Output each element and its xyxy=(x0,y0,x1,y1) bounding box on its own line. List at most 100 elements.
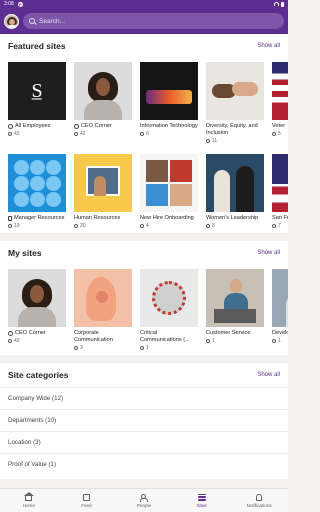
site-members: 1 xyxy=(140,345,198,351)
site-card[interactable]: Corporate Communication 3 xyxy=(74,269,132,351)
person-photo xyxy=(84,72,122,120)
dot-shape xyxy=(46,160,61,175)
person-icon xyxy=(272,339,276,343)
section-title: My sites xyxy=(8,248,42,258)
nav-home[interactable]: Home xyxy=(0,489,58,512)
site-card[interactable]: Manager Resources 19 xyxy=(8,154,66,229)
avatar[interactable] xyxy=(4,13,19,29)
category-item[interactable]: Departments (10) xyxy=(0,409,288,431)
site-name-text: All Employees xyxy=(15,123,51,129)
site-thumbnail: S̲ xyxy=(8,62,66,120)
person-icon xyxy=(74,346,78,350)
sites-icon xyxy=(197,493,206,501)
globe-icon xyxy=(74,124,79,129)
site-card[interactable]: Information Technology 6 xyxy=(140,62,198,144)
battery-icon xyxy=(281,1,284,7)
site-thumbnail xyxy=(206,269,264,327)
member-count: 8 xyxy=(212,223,215,229)
status-icons xyxy=(274,1,284,7)
category-item[interactable]: Proof of Value (1) xyxy=(0,453,288,475)
dot-shape xyxy=(46,192,61,207)
member-count: 7 xyxy=(278,223,281,229)
site-name: New Hire Onboarding xyxy=(140,215,198,222)
site-card[interactable]: Human Resources 20 xyxy=(74,154,132,229)
member-count: 42 xyxy=(14,131,20,137)
globe-icon xyxy=(8,331,13,336)
site-thumbnail xyxy=(74,269,132,327)
site-card[interactable]: Veter 5 xyxy=(272,62,288,144)
app-badge-icon: P xyxy=(17,1,23,7)
face-tile xyxy=(146,184,168,206)
site-card[interactable]: Diversity, Equity, and Inclusion 11 xyxy=(206,62,264,144)
show-all-link[interactable]: Show all xyxy=(257,43,280,49)
site-name: Human Resources xyxy=(74,215,132,222)
person-icon xyxy=(8,132,12,136)
person-icon xyxy=(206,224,210,228)
feed-icon xyxy=(82,493,90,501)
site-name-text: New Hire Onboarding xyxy=(140,215,194,221)
site-thumbnail xyxy=(272,269,288,327)
nav-feed[interactable]: Feed xyxy=(58,489,116,512)
site-card[interactable]: Women's Leadership 8 xyxy=(206,154,264,229)
nav-label: Home xyxy=(22,502,35,508)
category-item[interactable]: Location (3) xyxy=(0,431,288,453)
person-shape xyxy=(214,170,230,212)
site-thumbnail xyxy=(140,269,198,327)
member-count: 42 xyxy=(14,338,20,344)
nav-label: Sites xyxy=(196,502,207,508)
site-card[interactable]: New Hire Onboarding 4 xyxy=(140,154,198,229)
site-card[interactable]: Customer Service 1 xyxy=(206,269,264,351)
site-members: 42 xyxy=(74,131,132,137)
site-members: 6 xyxy=(140,131,198,137)
person-icon xyxy=(8,224,12,228)
site-name: Develo Resour xyxy=(272,330,288,337)
member-count: 1 xyxy=(146,345,149,351)
person-icon xyxy=(206,339,210,343)
person-shape xyxy=(236,166,254,212)
nav-label: People xyxy=(136,502,152,508)
globe-icon xyxy=(8,124,13,129)
nav-notifications[interactable]: Notifications xyxy=(230,489,288,512)
site-card[interactable]: Critical Communications (... 1 xyxy=(140,269,198,351)
member-count: 3 xyxy=(80,345,83,351)
nav-people[interactable]: People xyxy=(115,489,173,512)
site-logo-icon: S̲ xyxy=(31,79,43,102)
site-members: 1 xyxy=(272,338,288,344)
search-bar[interactable] xyxy=(23,13,284,29)
my-sites-row: CEO Corner 42 Corporate Communication 3 Crit… xyxy=(0,265,288,351)
show-all-link[interactable]: Show all xyxy=(257,250,280,256)
search-input[interactable] xyxy=(39,17,278,25)
person-icon xyxy=(140,132,144,136)
main-content[interactable]: Featured sites Show all S̲ All Employees 4… xyxy=(0,34,288,488)
site-card[interactable]: S̲ All Employees 42 xyxy=(8,62,66,144)
site-card[interactable]: CEO Corner 42 xyxy=(74,62,132,144)
nav-sites[interactable]: Sites xyxy=(173,489,231,512)
site-card[interactable]: Develo Resour 1 xyxy=(272,269,288,351)
category-item[interactable]: Company Wide (12) xyxy=(0,387,288,409)
site-card[interactable]: San Fr 7 xyxy=(272,154,288,229)
site-card[interactable]: CEO Corner 42 xyxy=(8,269,66,351)
section-title: Featured sites xyxy=(8,41,66,51)
dot-shape xyxy=(30,176,45,191)
site-name: Customer Service xyxy=(206,330,264,337)
site-name-text: Veter xyxy=(272,123,286,129)
dot-shape xyxy=(30,160,45,175)
show-all-link[interactable]: Show all xyxy=(257,372,280,378)
site-thumbnail xyxy=(140,154,198,212)
site-thumbnail xyxy=(8,269,66,327)
member-count: 1 xyxy=(278,338,281,344)
featured-sites-section: Featured sites Show all S̲ All Employees 4… xyxy=(0,34,288,233)
people-icon xyxy=(139,493,148,502)
my-sites-header: My sites Show all xyxy=(0,241,288,265)
person-icon xyxy=(74,132,78,136)
member-count: 20 xyxy=(80,223,86,229)
virus-image xyxy=(152,281,186,315)
dot-shape xyxy=(30,192,45,207)
person-icon xyxy=(140,224,144,228)
person-icon xyxy=(8,339,12,343)
lock-icon xyxy=(8,216,12,221)
featured-row-1: S̲ All Employees 42 CEO Corner 42 Information… xyxy=(0,58,288,144)
site-name-text: Manager Resources xyxy=(14,215,65,221)
person-icon xyxy=(74,224,78,228)
person-icon xyxy=(272,132,276,136)
